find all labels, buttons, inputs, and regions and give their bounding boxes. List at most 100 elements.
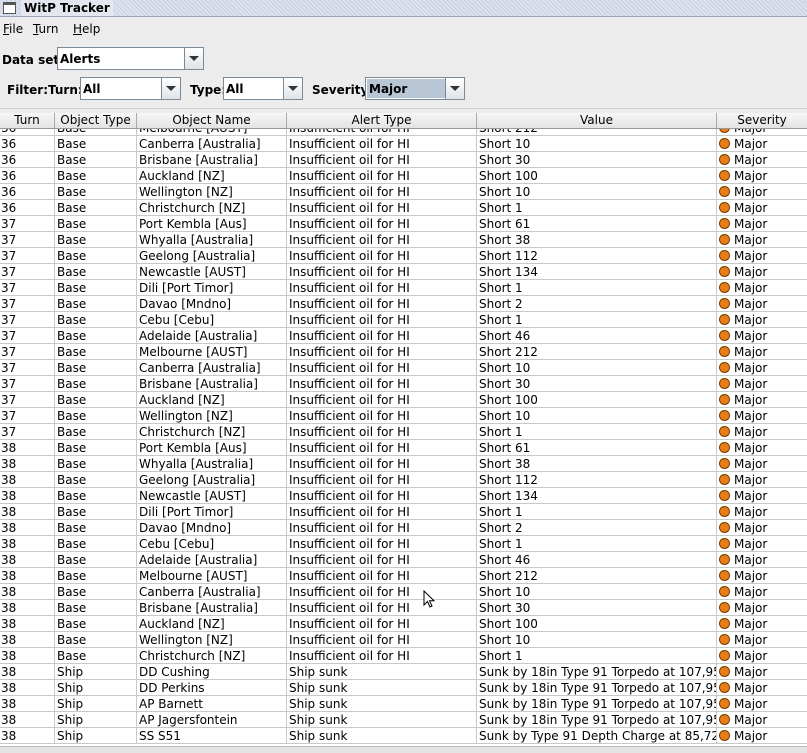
table-row[interactable]: 37 Base Dili [Port Timor] Insufficient oil … [0,280,807,296]
table-row[interactable]: 38 Base Dili [Port Timor] Insufficient oil … [0,504,807,520]
table-body[interactable]: 36BaseMelbourne [AUST]Insufficient oil f… [0,129,807,746]
table-row[interactable]: 38 Base Brisbane [Australia] Insufficient o… [0,600,807,616]
table-row[interactable]: 36 Base Brisbane [Australia] Insufficient o… [0,152,807,168]
cell-object-type: Ship [55,680,137,695]
table-row[interactable]: 36 Base Canberra [Australia] Insufficient o… [0,136,807,152]
cell-value: Short 100 [477,168,717,183]
cell-object-name: AP Barnett [137,696,287,711]
table-row[interactable]: 38 Ship AP Jagersfontein Ship sunk Sunk by 1… [0,712,807,728]
cell-severity: Major [717,536,807,551]
dataset-dropdown-button[interactable] [184,48,203,69]
severity-dot-icon [719,458,730,469]
alerts-table[interactable]: Turn Object Type Object Name Alert Type … [0,113,807,746]
divider [0,108,807,109]
severity-dot-icon [719,250,730,261]
table-row[interactable]: 38 Base Melbourne [AUST] Insufficient oil f… [0,568,807,584]
cell-alert-type: Insufficient oil for HI [287,488,477,503]
table-row[interactable]: 38 Base Newcastle [AUST] Insufficient oil f… [0,488,807,504]
severity-text: Major [734,153,768,167]
table-row[interactable]: 38 Ship DD Cushing Ship sunk Sunk by 18in Ty… [0,664,807,680]
column-header-severity[interactable]: Severity [717,113,807,128]
cell-severity: Major [717,648,807,663]
severity-dot-icon [719,538,730,549]
cell-alert-type: Insufficient oil for HI [287,424,477,439]
table-row[interactable]: 38 Base Adelaide [Australia] Insufficient o… [0,552,807,568]
column-header-alert-type[interactable]: Alert Type [287,113,477,128]
cell-turn: 38 [0,536,55,551]
cell-value: Short 61 [477,216,717,231]
cell-turn: 38 [0,552,55,567]
menu-file[interactable]: File [3,22,23,36]
cell-value: Short 61 [477,440,717,455]
cell-value: Short 2 [477,296,717,311]
turn-dropdown-button[interactable] [161,78,180,99]
table-row[interactable]: 37 Base Canberra [Australia] Insufficient o… [0,360,807,376]
severity-dot-icon [719,218,730,229]
cell-object-name: Davao [Mndno] [137,296,287,311]
cell-turn: 37 [0,328,55,343]
table-row[interactable]: 38 Base Port Kembla [Aus] Insufficient oil … [0,440,807,456]
table-row[interactable]: 37 Base Davao [Mndno] Insufficient oil for … [0,296,807,312]
table-row[interactable]: 38 Base Cebu [Cebu] Insufficient oil for HI… [0,536,807,552]
severity-filter-select[interactable]: Major [365,77,465,100]
table-row[interactable]: 37 Base Whyalla [Australia] Insufficient oi… [0,232,807,248]
column-header-object-name[interactable]: Object Name [137,113,287,128]
menu-turn[interactable]: Turn [33,22,58,36]
table-row[interactable]: 37 Base Brisbane [Australia] Insufficient o… [0,376,807,392]
cell-value: Short 30 [477,600,717,615]
severity-text: Major [734,505,768,519]
table-row[interactable]: 38 Ship SS S51 Ship sunk Sunk by Type 91 Dep… [0,728,807,744]
table-row[interactable]: 38 Base Whyalla [Australia] Insufficient oi… [0,456,807,472]
severity-dropdown-button[interactable] [445,78,464,99]
cell-alert-type: Insufficient oil for HI [287,248,477,263]
window-icon [3,2,16,14]
cell-object-type: Base [55,632,137,647]
table-row[interactable]: 38 Ship AP Barnett Ship sunk Sunk by 18in Ty… [0,696,807,712]
table-row[interactable]: 36BaseMelbourne [AUST]Insufficient oil f… [0,129,807,136]
severity-text: Major [734,233,768,247]
table-row[interactable]: 37 Base Auckland [NZ] Insufficient oil for … [0,392,807,408]
table-row[interactable]: 36 Base Wellington [NZ] Insufficient oil fo… [0,184,807,200]
cell-object-name: Dili [Port Timor] [137,504,287,519]
cell-value: Short 46 [477,328,717,343]
table-row[interactable]: 38 Base Davao [Mndno] Insufficient oil for … [0,520,807,536]
cell-object-name: Port Kembla [Aus] [137,440,287,455]
table-row[interactable]: 37 Base Wellington [NZ] Insufficient oil fo… [0,408,807,424]
severity-dot-icon [719,266,730,277]
cell-turn: 38 [0,728,55,743]
cell-object-type: Base [55,600,137,615]
severity-text: Major [734,217,768,231]
table-row[interactable]: 38 Base Canberra [Australia] Insufficient o… [0,584,807,600]
column-header-object-type[interactable]: Object Type [55,113,137,128]
cell-object-type: Base [55,152,137,167]
cell-severity: Major [717,136,807,151]
type-dropdown-button[interactable] [283,78,302,99]
cell-alert-type: Insufficient oil for HI [287,129,477,135]
table-row[interactable]: 37 Base Port Kembla [Aus] Insufficient oil … [0,216,807,232]
table-row[interactable]: 37 Base Adelaide [Australia] Insufficient o… [0,328,807,344]
cell-object-name: Wellington [NZ] [137,632,287,647]
table-row[interactable]: 38 Ship DD Perkins Ship sunk Sunk by 18in Ty… [0,680,807,696]
table-row[interactable]: 38 Base Auckland [NZ] Insufficient oil for … [0,616,807,632]
type-filter-select[interactable]: All [223,77,303,100]
cell-object-name: Melbourne [AUST] [137,129,287,135]
title-bar: WitP Tracker [0,0,807,17]
table-row[interactable]: 36 Base Christchurch [NZ] Insufficient oil … [0,200,807,216]
severity-text: Major [734,473,768,487]
dataset-select[interactable]: Alerts [57,47,204,70]
table-row[interactable]: 38 Base Wellington [NZ] Insufficient oil fo… [0,632,807,648]
table-row[interactable]: 37 Base Newcastle [AUST] Insufficient oil f… [0,264,807,280]
table-row[interactable]: 37 Base Melbourne [AUST] Insufficient oil f… [0,344,807,360]
menu-help[interactable]: Help [73,22,100,36]
table-row[interactable]: 37 Base Christchurch [NZ] Insufficient oil … [0,424,807,440]
column-header-value[interactable]: Value [477,113,717,128]
table-row[interactable]: 37 Base Geelong [Australia] Insufficient oi… [0,248,807,264]
table-row[interactable]: 37 Base Cebu [Cebu] Insufficient oil for HI… [0,312,807,328]
turn-filter-select[interactable]: All [80,77,181,100]
column-header-turn[interactable]: Turn [0,113,55,128]
table-row[interactable]: 36 Base Auckland [NZ] Insufficient oil for … [0,168,807,184]
cell-severity: Major [717,152,807,167]
table-row[interactable]: 38 Base Christchurch [NZ] Insufficient oil … [0,648,807,664]
table-row[interactable]: 38 Base Geelong [Australia] Insufficient oi… [0,472,807,488]
cell-value: Short 134 [477,488,717,503]
